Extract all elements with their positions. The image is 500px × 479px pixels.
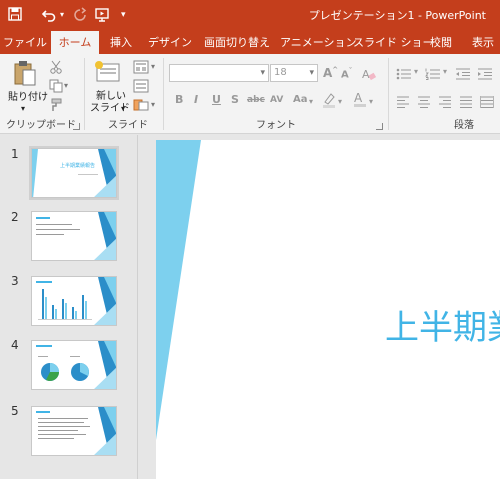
save-icon[interactable] bbox=[8, 7, 22, 23]
change-case-dropdown-icon[interactable]: ▾ bbox=[309, 96, 313, 108]
bullets-dropdown-icon[interactable]: ▾ bbox=[414, 66, 418, 78]
italic-icon[interactable]: I bbox=[194, 93, 198, 106]
slide-number: 3 bbox=[11, 274, 19, 288]
new-slide-button[interactable]: 新しい スライド ▾ bbox=[88, 58, 130, 116]
tab-slideshow[interactable]: スライド ショー bbox=[353, 31, 434, 54]
cut-icon[interactable] bbox=[49, 59, 63, 78]
align-right-icon[interactable] bbox=[438, 93, 452, 112]
tab-home[interactable]: ホーム bbox=[51, 31, 99, 54]
slide-editor[interactable]: 上半期業 bbox=[139, 135, 500, 479]
tab-transitions[interactable]: 画面切り替え bbox=[200, 31, 274, 54]
slide-number: 5 bbox=[11, 404, 19, 418]
svg-text:A: A bbox=[362, 68, 370, 81]
copy-dropdown-icon[interactable]: ▾ bbox=[64, 80, 68, 92]
new-slide-dropdown-icon: ▾ bbox=[121, 104, 126, 113]
numbering-icon[interactable] bbox=[425, 65, 441, 84]
title-bar: ▾ ▾ プレゼンテーション1 - PowerPoint bbox=[0, 0, 500, 31]
clipboard-launcher-icon[interactable] bbox=[73, 123, 80, 130]
increase-font-size-icon[interactable]: A^ bbox=[323, 66, 338, 80]
font-group-label: フォント bbox=[256, 120, 296, 131]
slide-thumbnail-2[interactable] bbox=[31, 211, 117, 261]
group-separator bbox=[163, 58, 164, 130]
slides-group-label: スライド bbox=[108, 120, 148, 131]
tab-design[interactable]: デザイン bbox=[146, 31, 194, 54]
slide-thumbnail-1[interactable]: 上半期業績報告 bbox=[29, 146, 119, 200]
underline-icon[interactable]: U bbox=[212, 93, 221, 106]
undo-dropdown-icon[interactable]: ▾ bbox=[60, 7, 64, 23]
align-center-icon[interactable] bbox=[417, 93, 431, 112]
thumbnail-title: 上半期業績報告 bbox=[60, 163, 96, 169]
font-size-dropdown-icon[interactable]: ▾ bbox=[309, 65, 314, 81]
align-left-icon[interactable] bbox=[396, 93, 410, 112]
justify-icon[interactable] bbox=[459, 93, 473, 112]
paragraph-group-label: 段落 bbox=[454, 120, 474, 131]
numbering-dropdown-icon[interactable]: ▾ bbox=[443, 66, 447, 78]
slide-thumbnails-pane[interactable]: 1 上半期業績報告 2 3 4 5 bbox=[0, 135, 138, 479]
decrease-font-size-icon[interactable]: Aˇ bbox=[341, 67, 352, 80]
layout-dropdown-icon[interactable]: ▾ bbox=[151, 61, 155, 73]
font-launcher-icon[interactable] bbox=[376, 123, 383, 130]
copy-icon[interactable] bbox=[49, 78, 63, 97]
bold-icon[interactable]: B bbox=[175, 93, 183, 106]
group-separator bbox=[388, 58, 389, 130]
tab-file[interactable]: ファイル bbox=[0, 31, 50, 54]
tab-insert[interactable]: 挿入 bbox=[102, 31, 140, 54]
slide-thumbnail-5[interactable] bbox=[31, 406, 117, 456]
start-from-beginning-icon[interactable] bbox=[94, 7, 110, 23]
reset-icon[interactable] bbox=[133, 78, 149, 97]
customize-qat-icon[interactable]: ▾ bbox=[121, 7, 126, 23]
paste-icon bbox=[13, 60, 37, 90]
section-icon[interactable] bbox=[133, 97, 149, 116]
new-slide-label-1: 新しい bbox=[96, 91, 126, 102]
slide-title-text[interactable]: 上半期業 bbox=[385, 300, 500, 349]
slide-thumbnail-art bbox=[36, 341, 116, 389]
clear-formatting-icon[interactable]: A bbox=[362, 66, 377, 85]
character-spacing-icon[interactable]: AV bbox=[270, 95, 283, 105]
bullets-icon[interactable] bbox=[396, 65, 412, 84]
svg-text:A: A bbox=[354, 91, 363, 105]
section-dropdown-icon[interactable]: ▾ bbox=[151, 99, 155, 111]
decrease-indent-icon[interactable] bbox=[455, 65, 471, 84]
slide-number: 4 bbox=[11, 338, 19, 352]
slide-number: 2 bbox=[11, 210, 19, 224]
font-color-icon[interactable]: A bbox=[353, 91, 367, 112]
redo-icon[interactable] bbox=[72, 7, 88, 23]
highlight-icon[interactable] bbox=[322, 92, 336, 112]
font-name-combo[interactable]: ▾ bbox=[169, 64, 269, 82]
tab-animations[interactable]: アニメーション bbox=[280, 31, 357, 54]
slide-thumbnail-4[interactable] bbox=[31, 340, 117, 390]
ribbon: 貼り付け ▾ ▾ クリップボード 新しい スライド ▾ ▾ ▾ スライド ▾ 1… bbox=[0, 54, 500, 134]
distributed-icon[interactable] bbox=[480, 93, 494, 112]
layout-icon[interactable] bbox=[133, 59, 149, 78]
current-slide[interactable]: 上半期業 bbox=[156, 140, 500, 479]
ribbon-tabs: ファイル ホーム 挿入 デザイン 画面切り替え アニメーション スライド ショー… bbox=[0, 31, 500, 54]
slide-thumbnail-art bbox=[36, 277, 116, 325]
font-color-dropdown-icon[interactable]: ▾ bbox=[369, 96, 373, 108]
slide-number: 1 bbox=[11, 147, 19, 161]
slide-thumbnail-art bbox=[36, 407, 116, 455]
paste-dropdown-icon: ▾ bbox=[21, 104, 26, 113]
highlight-dropdown-icon[interactable]: ▾ bbox=[338, 96, 342, 108]
new-slide-icon bbox=[94, 60, 122, 88]
shadow-icon[interactable]: S bbox=[231, 93, 239, 106]
format-painter-icon[interactable] bbox=[49, 97, 63, 116]
font-size-combo[interactable]: 18 ▾ bbox=[270, 64, 318, 82]
font-name-dropdown-icon[interactable]: ▾ bbox=[260, 65, 265, 81]
tab-review[interactable]: 校閲 bbox=[424, 31, 458, 54]
slide-thumbnail-art bbox=[36, 212, 116, 260]
document-title: プレゼンテーション1 - PowerPoint bbox=[308, 9, 486, 22]
group-separator bbox=[84, 58, 85, 130]
increase-indent-icon[interactable] bbox=[477, 65, 493, 84]
undo-icon[interactable] bbox=[41, 7, 57, 23]
slide-thumbnail-art bbox=[32, 149, 116, 197]
slide-thumbnail-3[interactable] bbox=[31, 276, 117, 326]
paste-button[interactable]: 貼り付け ▾ bbox=[6, 58, 48, 113]
font-size-value: 18 bbox=[274, 67, 287, 78]
tab-view[interactable]: 表示 bbox=[466, 31, 500, 54]
strikethrough-icon[interactable]: abc bbox=[247, 95, 265, 105]
paste-label: 貼り付け bbox=[8, 92, 48, 103]
change-case-icon[interactable]: Aa bbox=[293, 94, 308, 105]
clipboard-group-label: クリップボード bbox=[6, 120, 76, 131]
